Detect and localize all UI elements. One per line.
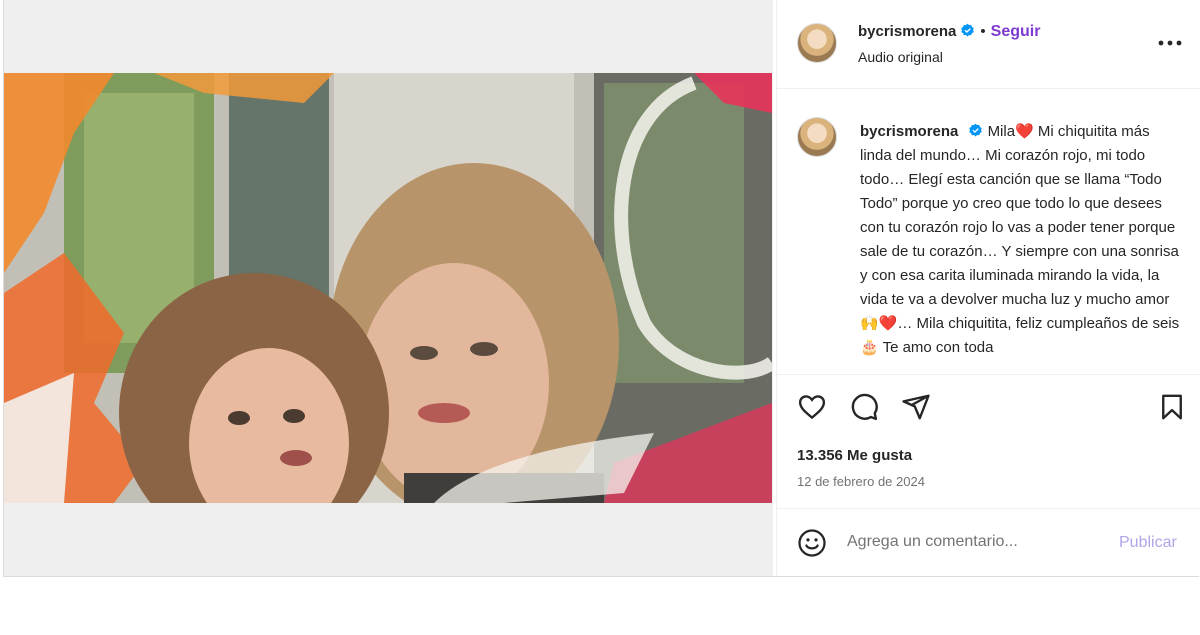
share-icon[interactable] xyxy=(901,392,931,422)
audio-label[interactable]: Audio original xyxy=(858,49,943,65)
action-bar xyxy=(777,392,1200,428)
post-video[interactable] xyxy=(4,73,772,503)
bookmark-icon[interactable] xyxy=(1157,392,1187,422)
publish-button[interactable]: Publicar xyxy=(1119,534,1177,552)
post-date[interactable]: 12 de febrero de 2024 xyxy=(797,474,925,489)
avatar[interactable] xyxy=(797,23,837,63)
instagram-post: bycrismorena • Seguir Audio original bycri… xyxy=(3,0,1200,577)
emoji-icon[interactable] xyxy=(797,528,827,558)
follow-button[interactable]: Seguir xyxy=(991,23,1041,40)
post-sidebar: bycrismorena • Seguir Audio original bycri… xyxy=(776,0,1200,576)
media-column xyxy=(4,0,773,576)
heart-icon[interactable] xyxy=(797,392,827,422)
caption-username[interactable]: bycrismorena xyxy=(860,123,958,140)
video-frame-illustration xyxy=(4,73,772,503)
caption-text: Mila❤️ Mi chiquitita más linda del mundo… xyxy=(860,123,1180,356)
separator-dot: • xyxy=(980,23,986,40)
comment-icon[interactable] xyxy=(849,392,879,422)
more-options-icon[interactable] xyxy=(1157,38,1183,48)
username-link[interactable]: bycrismorena xyxy=(858,23,956,40)
caption-section: bycrismorena Mila❤️ Mi chiquitita más li… xyxy=(777,89,1200,375)
comment-input[interactable] xyxy=(847,533,1097,551)
verified-badge-icon xyxy=(969,123,983,137)
caption-avatar[interactable] xyxy=(797,117,837,157)
likes-count[interactable]: 13.356 Me gusta xyxy=(797,447,912,464)
comment-bar: Publicar xyxy=(777,508,1200,576)
caption: bycrismorena Mila❤️ Mi chiquitita más li… xyxy=(860,120,1183,360)
verified-badge-icon xyxy=(961,23,975,37)
header-user-line: bycrismorena • Seguir xyxy=(858,23,1040,41)
post-header: bycrismorena • Seguir Audio original xyxy=(777,0,1200,89)
